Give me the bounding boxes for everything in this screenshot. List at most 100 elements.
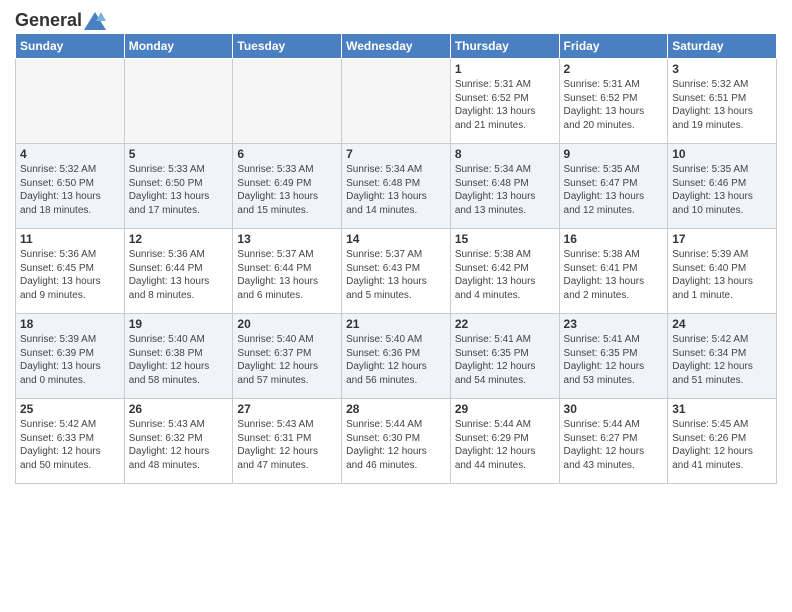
day-number: 28 <box>346 402 446 416</box>
table-row: 27 Sunrise: 5:43 AM Sunset: 6:31 PM Dayli… <box>233 399 342 484</box>
page-header: General <box>15 10 777 27</box>
table-row: 28 Sunrise: 5:44 AM Sunset: 6:30 PM Dayli… <box>342 399 451 484</box>
day-number: 18 <box>20 317 120 331</box>
table-row: 3 Sunrise: 5:32 AM Sunset: 6:51 PM Daylig… <box>668 59 777 144</box>
weekday-header-tuesday: Tuesday <box>233 34 342 59</box>
table-row: 13Sunrise: 5:37 AM Sunset: 6:44 PM Dayli… <box>233 229 342 314</box>
day-number: 30 <box>564 402 664 416</box>
day-info: Sunrise: 5:38 AM Sunset: 6:42 PM Dayligh… <box>455 248 555 302</box>
table-row: 9 Sunrise: 5:35 AM Sunset: 6:47 PM Daylig… <box>559 144 668 229</box>
day-number: 2 <box>564 62 664 76</box>
day-number: 4 <box>20 147 120 161</box>
day-info: Sunrise: 5:40 AM Sunset: 6:37 PM Dayligh… <box>237 333 337 387</box>
day-info: Sunrise: 5:33 AM Sunset: 6:50 PM Dayligh… <box>129 163 229 217</box>
day-number: 22 <box>455 317 555 331</box>
day-number: 27 <box>237 402 337 416</box>
day-info: Sunrise: 5:42 AM Sunset: 6:34 PM Dayligh… <box>672 333 772 387</box>
day-info: Sunrise: 5:39 AM Sunset: 6:40 PM Dayligh… <box>672 248 772 302</box>
day-number: 8 <box>455 147 555 161</box>
calendar-week-row: 4 Sunrise: 5:32 AM Sunset: 6:50 PM Daylig… <box>16 144 777 229</box>
table-row <box>233 59 342 144</box>
day-info: Sunrise: 5:44 AM Sunset: 6:30 PM Dayligh… <box>346 418 446 472</box>
table-row: 31 Sunrise: 5:45 AM Sunset: 6:26 PM Dayli… <box>668 399 777 484</box>
table-row: 17 Sunrise: 5:39 AM Sunset: 6:40 PM Dayli… <box>668 229 777 314</box>
day-info: Sunrise: 5:35 AM Sunset: 6:46 PM Dayligh… <box>672 163 772 217</box>
table-row: 2Sunrise: 5:31 AM Sunset: 6:52 PM Daylig… <box>559 59 668 144</box>
table-row: 29Sunrise: 5:44 AM Sunset: 6:29 PM Dayli… <box>450 399 559 484</box>
day-info: Sunrise: 5:32 AM Sunset: 6:50 PM Dayligh… <box>20 163 120 217</box>
weekday-header-saturday: Saturday <box>668 34 777 59</box>
table-row: 6Sunrise: 5:33 AM Sunset: 6:49 PM Daylig… <box>233 144 342 229</box>
day-info: Sunrise: 5:41 AM Sunset: 6:35 PM Dayligh… <box>455 333 555 387</box>
day-info: Sunrise: 5:40 AM Sunset: 6:38 PM Dayligh… <box>129 333 229 387</box>
day-info: Sunrise: 5:40 AM Sunset: 6:36 PM Dayligh… <box>346 333 446 387</box>
day-info: Sunrise: 5:38 AM Sunset: 6:41 PM Dayligh… <box>564 248 664 302</box>
table-row: 12 Sunrise: 5:36 AM Sunset: 6:44 PM Dayli… <box>124 229 233 314</box>
day-number: 21 <box>346 317 446 331</box>
day-number: 6 <box>237 147 337 161</box>
table-row: 4 Sunrise: 5:32 AM Sunset: 6:50 PM Daylig… <box>16 144 125 229</box>
table-row: 24Sunrise: 5:42 AM Sunset: 6:34 PM Dayli… <box>668 314 777 399</box>
day-number: 1 <box>455 62 555 76</box>
day-number: 12 <box>129 232 229 246</box>
day-info: Sunrise: 5:32 AM Sunset: 6:51 PM Dayligh… <box>672 78 772 132</box>
day-info: Sunrise: 5:35 AM Sunset: 6:47 PM Dayligh… <box>564 163 664 217</box>
day-number: 15 <box>455 232 555 246</box>
day-info: Sunrise: 5:31 AM Sunset: 6:52 PM Dayligh… <box>455 78 555 132</box>
table-row: 16 Sunrise: 5:38 AM Sunset: 6:41 PM Dayli… <box>559 229 668 314</box>
logo: General <box>15 10 106 27</box>
day-number: 19 <box>129 317 229 331</box>
day-number: 5 <box>129 147 229 161</box>
weekday-header-row: SundayMondayTuesdayWednesdayThursdayFrid… <box>16 34 777 59</box>
day-number: 14 <box>346 232 446 246</box>
day-number: 3 <box>672 62 772 76</box>
weekday-header-wednesday: Wednesday <box>342 34 451 59</box>
day-number: 17 <box>672 232 772 246</box>
day-number: 23 <box>564 317 664 331</box>
table-row: 30 Sunrise: 5:44 AM Sunset: 6:27 PM Dayli… <box>559 399 668 484</box>
table-row: 21 Sunrise: 5:40 AM Sunset: 6:36 PM Dayli… <box>342 314 451 399</box>
calendar: SundayMondayTuesdayWednesdayThursdayFrid… <box>15 33 777 484</box>
table-row: 7Sunrise: 5:34 AM Sunset: 6:48 PM Daylig… <box>342 144 451 229</box>
table-row: 8 Sunrise: 5:34 AM Sunset: 6:48 PM Daylig… <box>450 144 559 229</box>
table-row: 15 Sunrise: 5:38 AM Sunset: 6:42 PM Dayli… <box>450 229 559 314</box>
table-row: 10 Sunrise: 5:35 AM Sunset: 6:46 PM Dayli… <box>668 144 777 229</box>
day-number: 9 <box>564 147 664 161</box>
logo-icon <box>84 12 106 30</box>
day-number: 25 <box>20 402 120 416</box>
table-row: 18 Sunrise: 5:39 AM Sunset: 6:39 PM Dayli… <box>16 314 125 399</box>
calendar-week-row: 1 Sunrise: 5:31 AM Sunset: 6:52 PM Daylig… <box>16 59 777 144</box>
day-info: Sunrise: 5:39 AM Sunset: 6:39 PM Dayligh… <box>20 333 120 387</box>
table-row: 20 Sunrise: 5:40 AM Sunset: 6:37 PM Dayli… <box>233 314 342 399</box>
day-info: Sunrise: 5:37 AM Sunset: 6:44 PM Dayligh… <box>237 248 337 302</box>
day-info: Sunrise: 5:34 AM Sunset: 6:48 PM Dayligh… <box>455 163 555 217</box>
weekday-header-friday: Friday <box>559 34 668 59</box>
table-row: 26 Sunrise: 5:43 AM Sunset: 6:32 PM Dayli… <box>124 399 233 484</box>
day-info: Sunrise: 5:45 AM Sunset: 6:26 PM Dayligh… <box>672 418 772 472</box>
day-number: 16 <box>564 232 664 246</box>
day-info: Sunrise: 5:41 AM Sunset: 6:35 PM Dayligh… <box>564 333 664 387</box>
day-info: Sunrise: 5:44 AM Sunset: 6:27 PM Dayligh… <box>564 418 664 472</box>
weekday-header-sunday: Sunday <box>16 34 125 59</box>
day-info: Sunrise: 5:43 AM Sunset: 6:32 PM Dayligh… <box>129 418 229 472</box>
day-info: Sunrise: 5:34 AM Sunset: 6:48 PM Dayligh… <box>346 163 446 217</box>
table-row <box>16 59 125 144</box>
day-number: 31 <box>672 402 772 416</box>
weekday-header-monday: Monday <box>124 34 233 59</box>
table-row: 19 Sunrise: 5:40 AM Sunset: 6:38 PM Dayli… <box>124 314 233 399</box>
day-info: Sunrise: 5:44 AM Sunset: 6:29 PM Dayligh… <box>455 418 555 472</box>
day-number: 10 <box>672 147 772 161</box>
day-number: 26 <box>129 402 229 416</box>
day-number: 20 <box>237 317 337 331</box>
table-row <box>342 59 451 144</box>
table-row: 1 Sunrise: 5:31 AM Sunset: 6:52 PM Daylig… <box>450 59 559 144</box>
day-number: 11 <box>20 232 120 246</box>
day-info: Sunrise: 5:37 AM Sunset: 6:43 PM Dayligh… <box>346 248 446 302</box>
day-info: Sunrise: 5:43 AM Sunset: 6:31 PM Dayligh… <box>237 418 337 472</box>
table-row: 22 Sunrise: 5:41 AM Sunset: 6:35 PM Dayli… <box>450 314 559 399</box>
table-row: 23 Sunrise: 5:41 AM Sunset: 6:35 PM Dayli… <box>559 314 668 399</box>
day-info: Sunrise: 5:36 AM Sunset: 6:44 PM Dayligh… <box>129 248 229 302</box>
table-row <box>124 59 233 144</box>
table-row: 14 Sunrise: 5:37 AM Sunset: 6:43 PM Dayli… <box>342 229 451 314</box>
logo-general: General <box>15 10 82 31</box>
